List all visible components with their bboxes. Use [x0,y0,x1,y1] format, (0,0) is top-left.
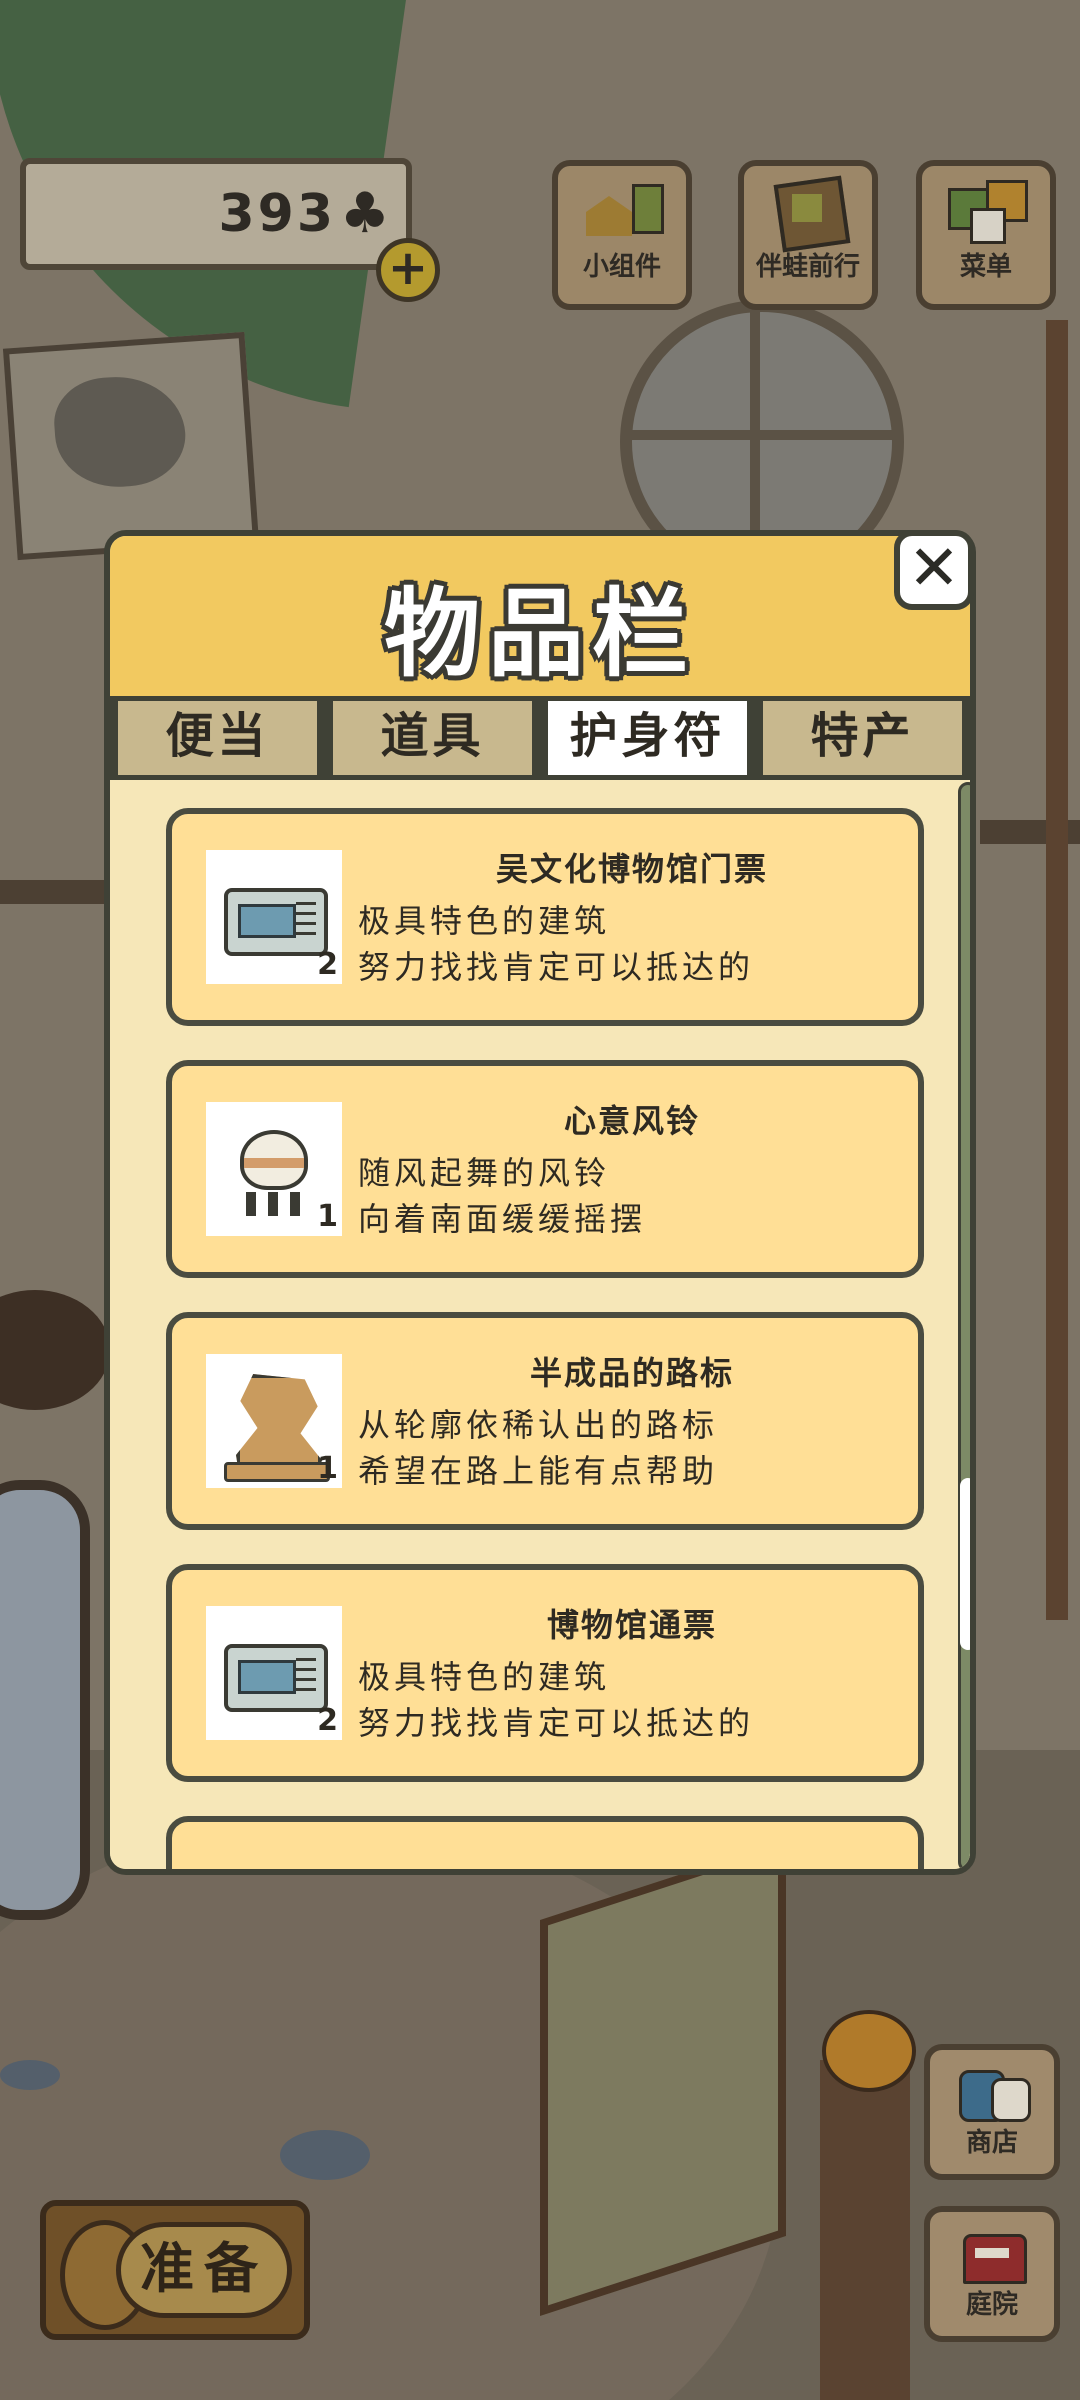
inventory-header: 物品栏 [110,536,970,696]
item-thumbnail: 1 [206,1102,342,1236]
item-description: 极具特色的建筑 努力找找肯定可以抵达的 [358,898,754,990]
widget-icon [582,178,664,242]
pebbles [280,2130,370,2180]
shop-button[interactable]: 商店 [924,2044,1060,2180]
menu-button[interactable]: 菜单 [916,160,1056,310]
item-name: 半成品的路标 [529,1354,734,1392]
tab-specialties[interactable]: 特产 [758,696,967,780]
clover-counter: 393 ♣ [20,158,412,270]
folding-screen [540,1840,786,2316]
item-thumbnail: 2 [206,850,342,984]
tab-tools[interactable]: 道具 [328,696,537,780]
tab-charms[interactable]: 护身符 [543,696,752,780]
item-desc-line: 努力找找肯定可以抵达的 [358,1704,755,1742]
museum-ticket-icon [224,888,328,956]
close-button[interactable]: ✕ [894,530,974,610]
item-desc-line: 极具特色的建筑 [358,902,611,940]
item-quantity: 2 [317,1703,338,1738]
item-desc-line: 希望在路上能有点帮助 [358,1452,719,1490]
list-item[interactable]: 2 博物馆通票 极具特色的建筑 努力找找肯定可以抵达的 [166,1564,924,1782]
pebbles [0,2060,60,2090]
menu-icon [946,178,1028,244]
list-item[interactable]: 1 心意风铃 随风起舞的风铃 向着南面缓缓摇摆 [166,1060,924,1278]
list-item[interactable] [166,1816,924,1869]
tab-bento[interactable]: 便当 [113,696,322,780]
yard-label: 庭院 [965,2290,1018,2320]
shop-label: 商店 [965,2128,1018,2158]
menu-label: 菜单 [959,252,1012,282]
item-desc-line: 向着南面缓缓摇摆 [358,1200,647,1238]
clover-count: 393 [218,184,336,244]
inventory-title: 物品栏 [384,578,696,690]
inventory-modal: 物品栏 便当 道具 护身符 特产 2 吴文化博物馆门票 极具特色的建筑 努力找找… [104,530,976,1875]
item-desc-line: 极具特色的建筑 [358,1658,611,1696]
prepare-button[interactable]: 准备 [40,2200,310,2340]
museum-pass-icon [224,1644,328,1712]
list-item[interactable]: 1 半成品的路标 从轮廓依稀认出的路标 希望在路上能有点帮助 [166,1312,924,1530]
add-clover-button[interactable]: + [376,238,440,302]
clover-icon: ♣ [339,181,390,246]
list-item[interactable]: 2 吴文化博物馆门票 极具特色的建筑 努力找找肯定可以抵达的 [166,808,924,1026]
journey-book-icon [768,175,851,253]
yard-button[interactable]: 庭院 [924,2206,1060,2342]
widget-button[interactable]: 小组件 [552,160,692,310]
widget-label: 小组件 [582,252,661,282]
mailbox-icon [957,2226,1027,2284]
orange-fruit[interactable] [822,2010,916,2092]
item-name: 心意风铃 [563,1102,700,1140]
item-desc-line: 从轮廓依稀认出的路标 [358,1406,719,1444]
left-shelf [0,880,110,904]
item-list[interactable]: 2 吴文化博物馆门票 极具特色的建筑 努力找找肯定可以抵达的 1 心意风铃 随风… [110,780,970,1869]
item-desc-line: 随风起舞的风铃 [358,1154,611,1192]
item-desc-line: 努力找找肯定可以抵达的 [358,948,755,986]
plant-stand [820,2060,910,2400]
item-thumbnail: 2 [206,1606,342,1740]
item-thumbnail: 1 [206,1354,342,1488]
journey-button[interactable]: 伴蛙前行 [738,160,878,310]
inventory-tabs: 便当 道具 护身符 特产 [110,696,970,780]
wall-map [2,331,260,561]
item-description: 极具特色的建筑 努力找找肯定可以抵达的 [358,1654,754,1746]
wooden-pole [1046,320,1068,1620]
item-description: 从轮廓依稀认出的路标 希望在路上能有点帮助 [358,1402,718,1494]
item-description: 随风起舞的风铃 向着南面缓缓摇摆 [358,1150,646,1242]
shop-bag-icon [957,2064,1031,2122]
prepare-label: 准备 [116,2222,292,2318]
item-quantity: 1 [317,1199,338,1234]
item-name: 吴文化博物馆门票 [495,850,768,888]
journey-label: 伴蛙前行 [755,252,860,282]
item-name: 博物馆通票 [546,1606,717,1644]
scrollbar-track[interactable] [958,782,970,1869]
scrollbar-thumb[interactable] [960,1478,970,1650]
item-quantity: 2 [317,947,338,982]
standing-mirror [0,1480,90,1920]
item-quantity: 1 [317,1451,338,1486]
close-icon: ✕ [908,531,960,604]
